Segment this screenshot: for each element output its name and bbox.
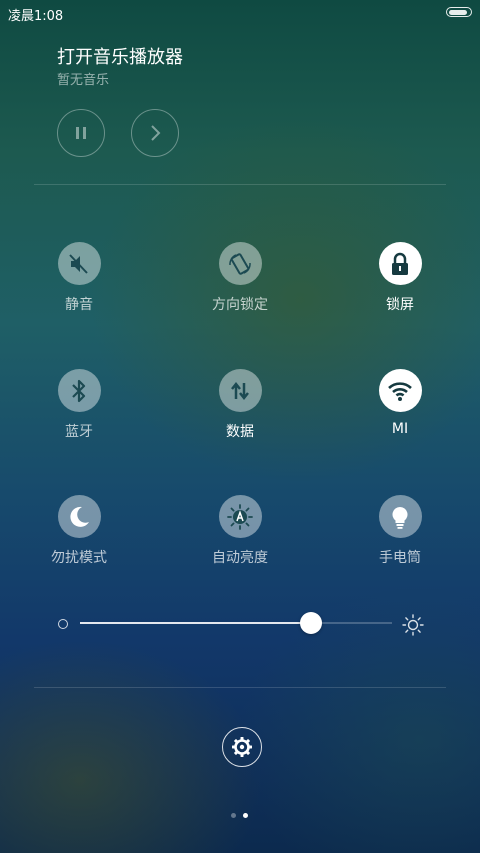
divider-top: [34, 184, 446, 185]
gear-icon: [232, 737, 252, 757]
toggle-auto-brightness-circle: [218, 495, 262, 538]
brightness-slider[interactable]: [80, 612, 392, 634]
toggle-dnd-label: 勿扰模式: [51, 550, 107, 566]
toggle-wifi-circle: [378, 369, 422, 412]
pause-button[interactable]: [57, 109, 105, 157]
toggle-bluetooth-label: 蓝牙: [65, 424, 93, 440]
page-indicator-dot: [231, 813, 236, 818]
toggle-flashlight-circle: [378, 495, 422, 538]
toggle-flashlight-label: 手电筒: [379, 550, 421, 566]
next-button[interactable]: [131, 109, 179, 157]
music-player-subtitle: 暂无音乐: [57, 73, 110, 88]
mobile-data-icon: [231, 381, 249, 400]
settings-button[interactable]: [222, 727, 262, 767]
toggle-rotation-lock[interactable]: 方向锁定: [180, 242, 300, 314]
toggle-lock-label: 锁屏: [386, 297, 414, 313]
brightness-low-icon: [58, 619, 68, 629]
status-time: 凌晨1:08: [8, 9, 64, 24]
mute-icon: [69, 253, 88, 274]
rotation-lock-icon: [229, 252, 251, 275]
bluetooth-icon: [72, 379, 86, 402]
toggle-data-circle: [218, 369, 262, 412]
toggle-mute-circle: [57, 242, 101, 285]
toggle-wifi-label: MI: [391, 421, 409, 437]
lightbulb-icon: [392, 506, 408, 529]
toggle-rotation-label: 方向锁定: [212, 297, 268, 313]
chevron-right-icon: [151, 125, 161, 141]
toggle-lock-circle: [378, 242, 422, 285]
music-player-title[interactable]: 打开音乐播放器: [57, 43, 183, 69]
toggle-mute-label: 静音: [65, 297, 93, 313]
toggle-lock-screen[interactable]: 锁屏: [340, 242, 460, 314]
toggle-mobile-data[interactable]: 数据: [180, 369, 300, 441]
toggle-auto-brightness-label: 自动亮度: [212, 550, 268, 566]
divider-bottom: [34, 687, 446, 688]
toggle-dnd-circle: [57, 495, 101, 538]
lock-icon: [392, 252, 408, 275]
toggle-flashlight[interactable]: 手电筒: [340, 495, 460, 567]
brightness-high-icon: [402, 614, 424, 636]
toggle-bluetooth-circle: [57, 369, 101, 412]
toggle-rotation-circle: [218, 242, 262, 285]
page-indicator-dot-active: [243, 813, 248, 818]
wifi-icon: [388, 381, 412, 401]
moon-icon: [70, 506, 89, 527]
toggle-bluetooth[interactable]: 蓝牙: [19, 369, 139, 441]
brightness-slider-fill: [80, 622, 311, 624]
auto-brightness-icon: [227, 503, 253, 530]
notification-shade: 凌晨1:08 打开音乐播放器 暂无音乐 静音 方向锁定 锁屏 蓝牙 数据 MI …: [0, 0, 480, 853]
pause-icon: [76, 127, 86, 139]
battery-level: [448, 9, 468, 15]
toggle-do-not-disturb[interactable]: 勿扰模式: [19, 495, 139, 567]
battery-icon: [446, 7, 472, 17]
toggle-auto-brightness[interactable]: 自动亮度: [180, 495, 300, 567]
toggle-wifi[interactable]: MI: [340, 369, 460, 437]
toggle-mute[interactable]: 静音: [19, 242, 139, 314]
toggle-data-label: 数据: [226, 424, 254, 440]
brightness-slider-thumb[interactable]: [299, 612, 322, 634]
